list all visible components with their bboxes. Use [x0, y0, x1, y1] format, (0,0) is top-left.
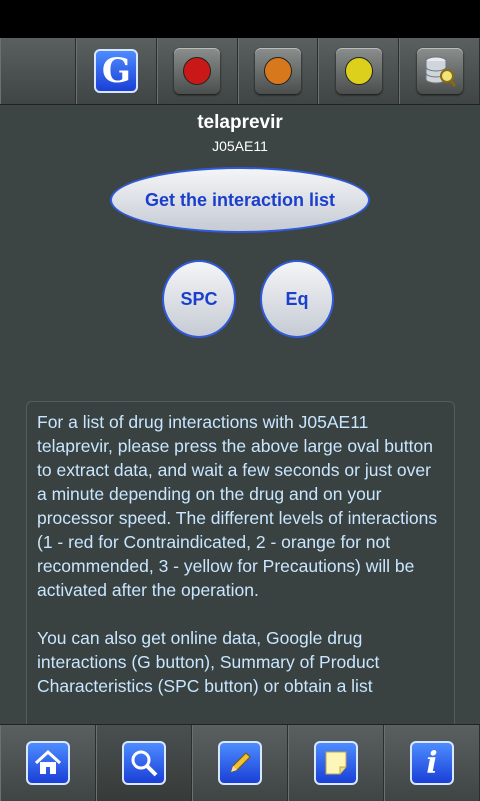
drug-code: J05AE11 — [212, 138, 268, 154]
search-button[interactable] — [122, 741, 166, 785]
bottom-toolbar: i — [0, 724, 480, 801]
drug-name: telaprevir — [197, 112, 283, 133]
notes-button[interactable] — [314, 741, 358, 785]
note-icon — [325, 751, 347, 775]
orange-dot-icon — [263, 57, 292, 85]
orange-level-button-cell[interactable] — [237, 38, 319, 104]
top-toolbar: G — [0, 38, 480, 105]
search-icon — [131, 750, 158, 777]
status-bar — [0, 0, 480, 38]
edit-button[interactable] — [218, 741, 262, 785]
info-text-panel[interactable]: For a list of drug interactions with J05… — [26, 401, 455, 731]
yellow-level-button-cell[interactable] — [318, 38, 400, 104]
info-paragraph-1: For a list of drug interactions with J05… — [37, 412, 438, 600]
google-icon[interactable]: G — [94, 49, 139, 93]
info-button-cell[interactable]: i — [384, 725, 480, 801]
red-level-button-cell[interactable] — [156, 38, 238, 104]
red-dot-icon — [183, 57, 212, 85]
database-search-button[interactable] — [416, 48, 463, 94]
info-button[interactable]: i — [410, 741, 454, 785]
red-level-button[interactable] — [174, 48, 221, 94]
yellow-dot-icon — [344, 57, 373, 85]
yellow-level-button[interactable] — [335, 48, 382, 94]
spc-button[interactable]: SPC — [162, 260, 236, 338]
home-icon — [34, 749, 62, 774]
edit-button-cell[interactable] — [192, 725, 288, 801]
toolbar-spacer — [0, 38, 76, 104]
info-icon: i — [426, 745, 438, 781]
notes-button-cell[interactable] — [288, 725, 384, 801]
pencil-icon — [230, 752, 251, 773]
eq-button[interactable]: Eq — [260, 260, 334, 338]
google-button-cell[interactable]: G — [76, 38, 157, 104]
get-interaction-list-button[interactable]: Get the interaction list — [110, 167, 370, 233]
info-paragraph-2: You can also get online data, Google dru… — [37, 628, 380, 696]
home-button[interactable] — [26, 741, 70, 785]
search-button-cell[interactable] — [96, 725, 192, 801]
database-button-cell[interactable] — [399, 38, 480, 104]
database-search-icon — [425, 56, 456, 87]
home-button-cell[interactable] — [0, 725, 96, 801]
orange-level-button[interactable] — [254, 48, 301, 94]
